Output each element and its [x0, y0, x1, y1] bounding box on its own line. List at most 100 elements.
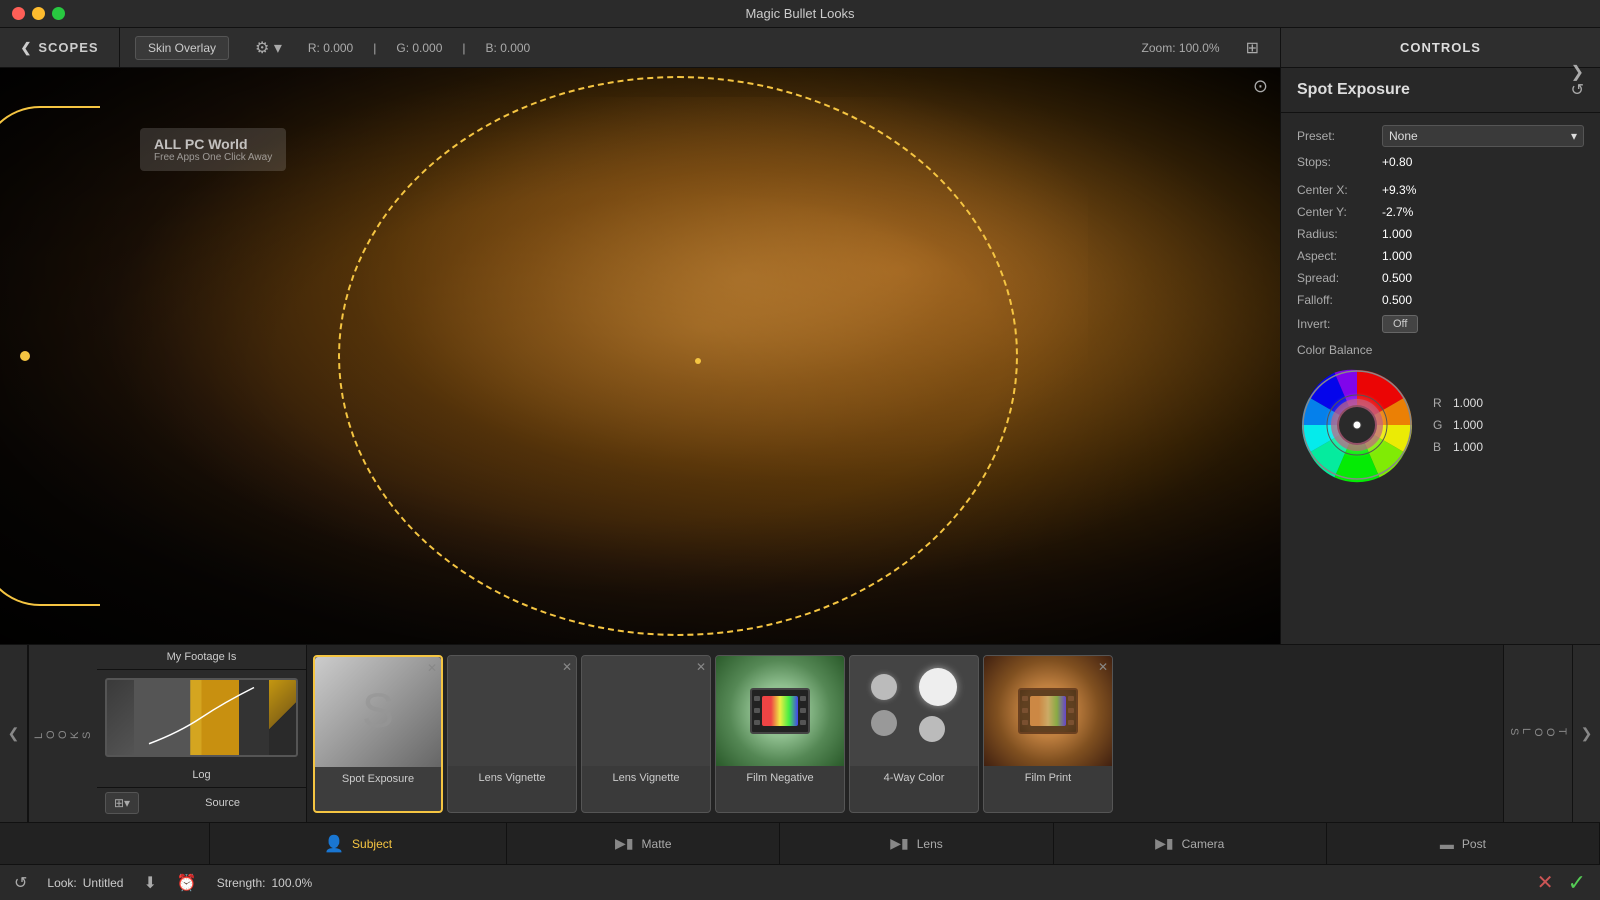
film-print-label: Film Print — [1021, 766, 1075, 788]
chevron-down-icon: ▾ — [1571, 129, 1577, 143]
maximize-window-button[interactable] — [52, 7, 65, 20]
lens-vignette-2-close-icon[interactable]: ✕ — [696, 660, 706, 674]
aspect-value[interactable]: 1.000 — [1382, 249, 1584, 263]
save-button[interactable]: ⬇ — [143, 873, 156, 893]
tab-lens[interactable]: ▶▮ Lens — [780, 823, 1053, 864]
look-item: Look: Untitled — [47, 876, 123, 890]
toolbar: ❮ SCOPES Skin Overlay ⚙ ▾ R: 0.000 | G: … — [0, 28, 1600, 68]
footage-label: Log — [97, 765, 306, 787]
tabs-strip: 👤 Subject ▶▮ Matte ▶▮ Lens ▶▮ Camera ▬ — [0, 822, 1600, 864]
undo-button[interactable]: ↺ — [14, 873, 27, 893]
spot-s-letter: S — [362, 684, 394, 739]
4way-circles — [859, 662, 969, 760]
spread-label: Spread: — [1297, 271, 1382, 285]
film-strip-icon — [750, 688, 810, 734]
film-print-color-strip — [1030, 696, 1066, 726]
cancel-button[interactable]: ✕ — [1537, 870, 1554, 895]
stops-value[interactable]: +0.80 — [1382, 155, 1584, 169]
film-print-thumb — [984, 656, 1112, 766]
effect-card-spot-exposure[interactable]: ✕ S Spot Exposure — [313, 655, 443, 813]
zoom-value: 100.0% — [1179, 41, 1220, 55]
b-channel-value[interactable]: 1.000 — [1453, 440, 1483, 454]
status-right: ✕ ✓ — [1537, 870, 1586, 896]
spread-value[interactable]: 0.500 — [1382, 271, 1584, 285]
controls-title: Spot Exposure — [1297, 81, 1410, 99]
effect-card-4way-color[interactable]: ✕ 4-Way Color — [849, 655, 979, 813]
footage-thumb-svg — [107, 680, 296, 755]
looks-strip: ❮ LOOKS My Footage Is — [0, 645, 1600, 822]
skin-overlay-button[interactable]: Skin Overlay — [135, 36, 229, 60]
color-wheel-svg — [1297, 365, 1417, 485]
falloff-value[interactable]: 0.500 — [1382, 293, 1584, 307]
watermark-title: ALL PC World — [154, 136, 272, 152]
radius-value[interactable]: 1.000 — [1382, 227, 1584, 241]
aspect-row: Aspect: 1.000 — [1297, 249, 1584, 263]
center-y-row: Center Y: -2.7% — [1297, 205, 1584, 219]
status-bar: ↺ Look: Untitled ⬇ ⏰ Strength: 100.0% ✕ … — [0, 864, 1600, 900]
effect-card-film-print[interactable]: ✕ — [983, 655, 1113, 813]
tab-camera[interactable]: ▶▮ Camera — [1054, 823, 1327, 864]
strength-label: Strength: — [217, 876, 266, 890]
color-balance-title: Color Balance — [1297, 343, 1584, 357]
invert-toggle[interactable]: Off — [1382, 315, 1418, 333]
bottom-panel: ❮ LOOKS My Footage Is — [0, 644, 1600, 864]
film-color-strip — [762, 696, 798, 726]
stops-label: Stops: — [1297, 155, 1382, 169]
tab-post[interactable]: ▬ Post — [1327, 823, 1600, 864]
effect-card-lens-vignette-2[interactable]: ✕ Lens Vignette — [581, 655, 711, 813]
r-channel-value[interactable]: 1.000 — [1453, 396, 1483, 410]
panel-toggle-right[interactable]: ❯ — [1572, 645, 1600, 822]
close-window-button[interactable] — [12, 7, 25, 20]
chevron-right-icon[interactable]: ❯ — [1565, 60, 1590, 84]
color-wheel[interactable] — [1297, 365, 1417, 485]
settings-button[interactable]: ⚙ ▾ — [249, 36, 288, 60]
b-value: B: 0.000 — [486, 41, 531, 55]
preset-select[interactable]: None ▾ — [1382, 125, 1584, 147]
effect-card-lens-vignette-1[interactable]: ✕ Lens Vignette — [447, 655, 577, 813]
spot-exposure-close-icon[interactable]: ✕ — [427, 661, 437, 675]
invert-label: Invert: — [1297, 317, 1382, 331]
center-y-value[interactable]: -2.7% — [1382, 205, 1584, 219]
center-x-row: Center X: +9.3% — [1297, 183, 1584, 197]
confirm-button[interactable]: ✓ — [1568, 870, 1586, 896]
footage-icon-button[interactable]: ⊞▾ — [105, 792, 139, 814]
screenshot-button[interactable]: ⊙ — [1253, 76, 1268, 97]
post-tab-icon: ▬ — [1440, 836, 1454, 852]
main-layout: ❮ SCOPES Skin Overlay ⚙ ▾ R: 0.000 | G: … — [0, 28, 1600, 900]
subject-tab-label: Subject — [352, 837, 392, 851]
strength-value[interactable]: 100.0% — [271, 876, 312, 890]
color-wheel-container: R 1.000 G 1.000 B 1.000 — [1297, 365, 1584, 485]
panel-toggle-left[interactable]: ❮ — [0, 645, 28, 822]
multiview-button[interactable]: ⊞ — [1240, 36, 1265, 60]
film-negative-thumb — [716, 656, 844, 766]
post-tab-label: Post — [1462, 837, 1486, 851]
color-values: R 1.000 G 1.000 B 1.000 — [1433, 396, 1483, 454]
strength-item: Strength: 100.0% — [217, 876, 312, 890]
tab-matte[interactable]: ▶▮ Matte — [507, 823, 780, 864]
chevron-left-icon: ❮ — [20, 40, 32, 56]
center-x-value[interactable]: +9.3% — [1382, 183, 1584, 197]
footage-thumbnail[interactable] — [105, 678, 298, 757]
selection-left-handle[interactable] — [20, 351, 30, 361]
g-channel-value[interactable]: 1.000 — [1453, 418, 1483, 432]
lens-tab-icon: ▶▮ — [890, 835, 908, 852]
camera-tab-label: Camera — [1182, 837, 1225, 851]
falloff-label: Falloff: — [1297, 293, 1382, 307]
minimize-window-button[interactable] — [32, 7, 45, 20]
schedule-button[interactable]: ⏰ — [177, 873, 197, 893]
preview-area: ALL PC World Free Apps One Click Away ⊙ — [0, 68, 1280, 644]
controls-body: Preset: None ▾ Stops: +0.80 Center X: +9… — [1281, 113, 1600, 644]
titlebar: Magic Bullet Looks — [0, 0, 1600, 28]
film-print-close-icon[interactable]: ✕ — [1098, 660, 1108, 674]
circle-bl — [871, 710, 897, 736]
tab-subject[interactable]: 👤 Subject — [210, 823, 507, 864]
scopes-button[interactable]: ❮ SCOPES — [20, 40, 98, 56]
effect-card-film-negative[interactable]: ✕ — [715, 655, 845, 813]
lens-vignette-1-thumb — [448, 656, 576, 766]
lens-vignette-1-close-icon[interactable]: ✕ — [562, 660, 572, 674]
spot-exposure-thumb: S — [315, 657, 441, 767]
subject-tab-icon: 👤 — [324, 834, 344, 854]
circle-tr — [919, 668, 957, 706]
lens-tab-label: Lens — [917, 837, 943, 851]
separator2: | — [462, 41, 465, 55]
